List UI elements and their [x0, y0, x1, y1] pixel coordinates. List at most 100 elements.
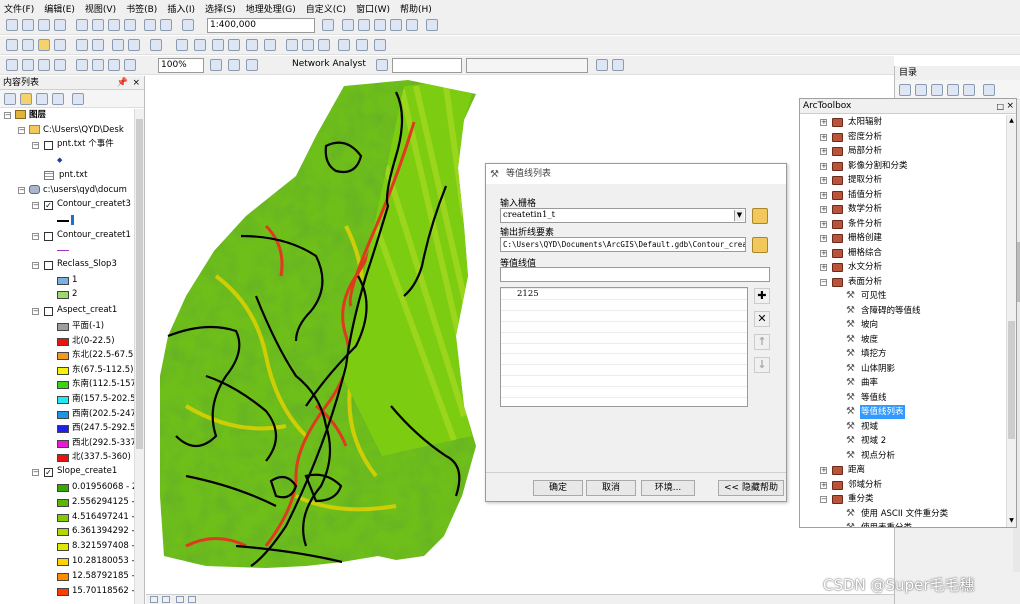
identify-icon[interactable] — [212, 39, 224, 51]
environments-button[interactable]: 环境... — [641, 480, 695, 496]
menu-file[interactable]: 文件(F) — [4, 2, 34, 15]
tool-item[interactable]: 填挖方 — [860, 347, 888, 361]
editor-icon[interactable] — [322, 19, 334, 31]
expand-toggle[interactable]: + — [820, 177, 827, 184]
tool-item[interactable]: 坡度 — [860, 333, 879, 347]
expand-toggle[interactable]: + — [820, 162, 827, 170]
zoom-in-icon[interactable] — [6, 39, 18, 51]
expand-toggle[interactable]: + — [820, 249, 827, 257]
expand-toggle[interactable]: − — [32, 469, 39, 476]
layer-checkbox[interactable] — [44, 232, 53, 241]
expand-toggle[interactable]: − — [18, 127, 25, 134]
tool-item[interactable]: 等值线列表 — [860, 405, 905, 419]
data-view-icon[interactable] — [150, 596, 158, 603]
copy-icon[interactable] — [92, 19, 104, 31]
layer-checkbox-checked[interactable]: ✓ — [44, 468, 53, 477]
layer-contour3[interactable]: Contour_createt3 — [57, 198, 131, 211]
folder-path-1[interactable]: C:\Users\QYD\Desk — [43, 124, 124, 137]
menu-bookmarks[interactable]: 书签(B) — [126, 2, 157, 15]
close-icon[interactable]: × — [1006, 99, 1014, 114]
toolset-item[interactable]: 栅格综合 — [848, 246, 882, 260]
save-icon[interactable] — [38, 19, 50, 31]
toolset-item[interactable]: 表面分析 — [848, 275, 882, 289]
expand-toggle[interactable]: − — [32, 233, 39, 240]
catalog-forward-icon[interactable] — [915, 84, 927, 96]
expand-toggle[interactable]: + — [820, 148, 827, 155]
expand-toggle[interactable]: + — [820, 191, 827, 199]
expand-toggle[interactable]: + — [820, 220, 827, 228]
delete-icon[interactable] — [124, 19, 136, 31]
restore-icon[interactable]: □ — [996, 99, 1004, 114]
catalog-up-icon[interactable] — [931, 84, 943, 96]
input-raster-field[interactable]: createtin1_t — [500, 208, 746, 223]
menu-help[interactable]: 帮助(H) — [400, 2, 432, 15]
layers-label[interactable]: 图层 — [29, 109, 46, 122]
python-icon[interactable] — [406, 19, 418, 31]
layer-aspect[interactable]: Aspect_creat1 — [57, 304, 117, 317]
close-icon[interactable]: × — [132, 76, 140, 90]
tool-item[interactable]: 含障碍的等值线 — [860, 304, 922, 318]
fixed-zoom-in-icon[interactable] — [76, 39, 88, 51]
toolset-item[interactable]: 太阳辐射 — [848, 115, 882, 129]
toolset-item[interactable]: 局部分析 — [848, 144, 882, 158]
catalog-connect-icon[interactable] — [963, 84, 975, 96]
goto-xy-icon[interactable] — [318, 39, 330, 51]
tool-item[interactable]: 视点分析 — [860, 449, 896, 463]
layer-checkbox[interactable] — [44, 141, 53, 150]
table-pnt[interactable]: pnt.txt — [59, 169, 88, 182]
layout-forward-icon[interactable] — [124, 59, 136, 71]
layer-pnt-events[interactable]: pnt.txt 个事件 — [57, 138, 114, 151]
redo-icon[interactable] — [160, 19, 172, 31]
html-popup-icon[interactable] — [246, 39, 258, 51]
list-by-selection-icon[interactable] — [52, 93, 64, 105]
pause-drawing-icon[interactable] — [188, 596, 196, 603]
expand-toggle[interactable]: − — [18, 187, 25, 194]
toolset-item[interactable]: 距离 — [848, 463, 865, 477]
menu-geoprocessing[interactable]: 地理处理(G) — [246, 2, 296, 15]
open-icon[interactable] — [22, 19, 34, 31]
catalog-back-icon[interactable] — [899, 84, 911, 96]
expand-toggle[interactable]: + — [820, 235, 827, 242]
find-route-icon[interactable] — [302, 39, 314, 51]
network-analyst-menu[interactable]: Network Analyst — [292, 59, 366, 69]
expand-toggle[interactable]: − — [32, 308, 39, 315]
layer-checkbox[interactable] — [44, 261, 53, 270]
move-up-icon[interactable]: ↑ — [754, 334, 770, 350]
refresh-icon[interactable] — [176, 596, 184, 603]
toc-scrollbar[interactable] — [134, 109, 144, 604]
paste-icon[interactable] — [108, 19, 120, 31]
toc-options-icon[interactable] — [72, 93, 84, 105]
menu-customize[interactable]: 自定义(C) — [306, 2, 346, 15]
expand-toggle[interactable]: + — [820, 133, 827, 141]
tool-item[interactable]: 等值线 — [860, 391, 888, 405]
value-row[interactable]: 2125 — [517, 289, 539, 299]
delete-icon[interactable]: ✕ — [754, 311, 770, 327]
network-analyst-dropdown[interactable] — [466, 58, 588, 73]
value-entry-field[interactable] — [500, 267, 770, 282]
search-window-icon[interactable] — [374, 19, 386, 31]
tool-item[interactable]: 使用表重分类 — [860, 521, 913, 527]
tool-item[interactable]: 曲率 — [860, 376, 879, 390]
menu-insert[interactable]: 插入(I) — [167, 2, 195, 15]
back-icon[interactable] — [112, 39, 124, 51]
values-list[interactable]: 2125 — [500, 287, 748, 407]
print-icon[interactable] — [54, 19, 66, 31]
select-elements-icon[interactable] — [194, 39, 206, 51]
layout-zoom-out-icon[interactable] — [22, 59, 34, 71]
expand-toggle[interactable]: − — [32, 262, 39, 269]
tool-item[interactable]: 视域 2 — [860, 434, 887, 448]
network-layer-select[interactable] — [392, 58, 462, 73]
scale-input[interactable]: 1:400,000 — [207, 18, 315, 33]
new-icon[interactable] — [6, 19, 18, 31]
catalog-views-icon[interactable] — [983, 84, 995, 96]
tool-item[interactable]: 使用 ASCII 文件重分类 — [860, 507, 949, 521]
swipe-icon[interactable] — [374, 39, 386, 51]
hide-help-button[interactable]: << 隐藏帮助 — [718, 480, 784, 496]
expand-toggle[interactable]: + — [820, 481, 827, 489]
toolset-item[interactable]: 重分类 — [848, 492, 874, 506]
scrollbar-thumb[interactable] — [1008, 321, 1015, 439]
arctoolbox-icon[interactable] — [390, 19, 402, 31]
toc-window-icon[interactable] — [342, 19, 354, 31]
catalog-window-icon[interactable] — [358, 19, 370, 31]
layer-reclass[interactable]: Reclass_Slop3 — [57, 258, 117, 271]
